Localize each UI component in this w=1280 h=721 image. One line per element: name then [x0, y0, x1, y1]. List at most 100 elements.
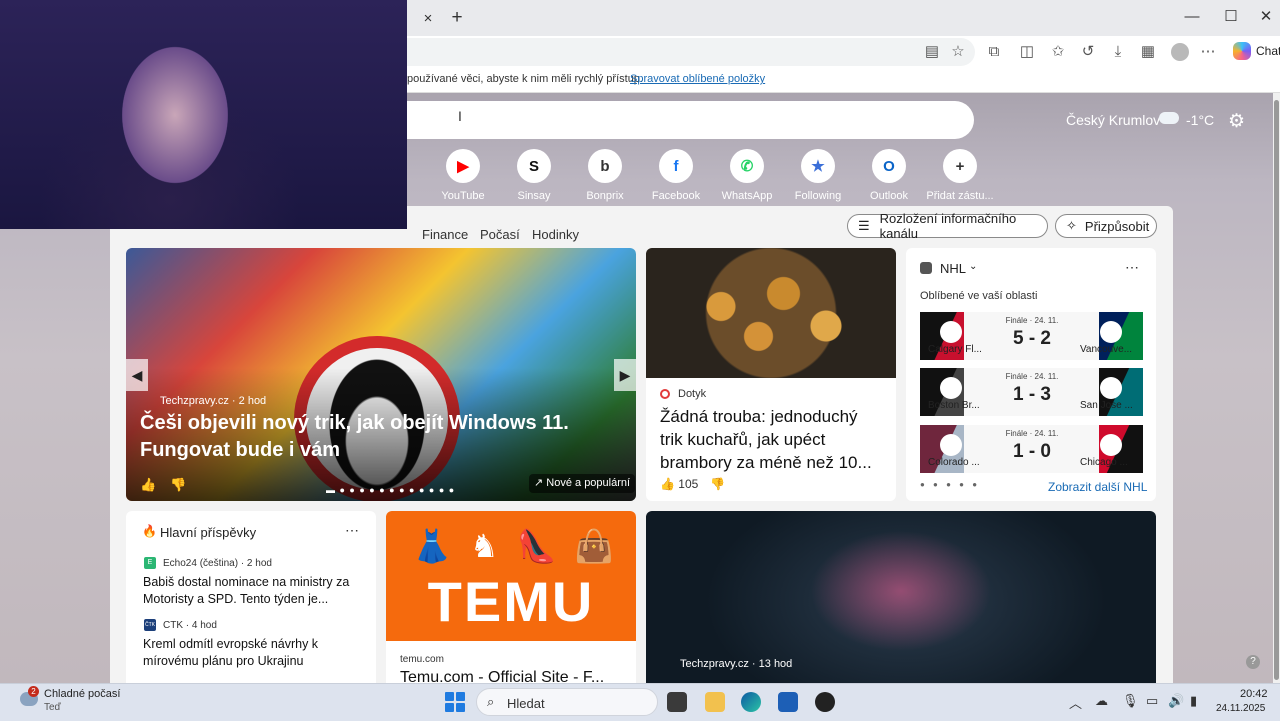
search-input[interactable]	[400, 101, 974, 139]
downloads-icon[interactable]: ⤓	[1108, 42, 1128, 62]
weather-widget-label[interactable]: Chladné počasí	[44, 688, 120, 700]
help-icon[interactable]: ?	[1246, 655, 1260, 669]
game-row[interactable]: Calgary Fl... Vancouve... Finále · 24. 11.…	[920, 312, 1143, 360]
article-title[interactable]: Žádná trouba: jednoduchý trik kuchařů, j…	[660, 405, 882, 474]
quick-link-p-idat-z-stu[interactable]: + Přidat zástu...	[918, 149, 1002, 202]
customize-button[interactable]: ✧ Přizpůsobit	[1055, 214, 1157, 238]
game-score: 1 - 3	[1012, 384, 1052, 405]
cloud-tray-icon[interactable]: ☁	[1095, 693, 1108, 709]
ad-title[interactable]: Temu.com - Official Site - F...	[400, 669, 604, 683]
article-source: Dotyk	[678, 388, 707, 400]
game-score: 1 - 0	[1012, 441, 1052, 462]
steam-icon[interactable]	[815, 692, 835, 712]
copilot-icon[interactable]	[1233, 42, 1251, 60]
profile-avatar[interactable]	[1171, 43, 1189, 61]
nhl-subtitle: Oblíbené ve vaší oblasti	[920, 290, 1038, 302]
clock-time[interactable]: 20:42	[1240, 688, 1268, 700]
edge-icon[interactable]	[741, 692, 761, 712]
search-icon: ⌕	[487, 694, 495, 709]
ad-card[interactable]: 👗♞👠👜 TEMU temu.com Temu.com - Official S…	[386, 511, 636, 683]
home-team-name: Boston Br...	[928, 400, 980, 411]
maximize-button[interactable]: ☐	[1219, 6, 1243, 28]
favorite-star-icon[interactable]: ☆	[948, 42, 968, 62]
volume-icon[interactable]: 🔊	[1168, 693, 1184, 709]
split-screen-icon[interactable]: ◫	[1017, 42, 1037, 62]
nhl-logo-icon	[920, 262, 932, 274]
microphone-icon[interactable]: 🎙	[1122, 693, 1139, 709]
article-source: Techzpravy.cz · 2 hod	[160, 395, 267, 407]
article-card[interactable]: Techzpravy.cz · 13 hod	[646, 511, 1156, 683]
favorites-icon[interactable]: ✩	[1048, 42, 1068, 62]
carousel-prev-button[interactable]: ◀	[126, 359, 148, 391]
file-explorer-icon[interactable]	[705, 692, 725, 712]
more-options-icon[interactable]: ⋯	[1125, 259, 1139, 276]
task-view-icon[interactable]	[667, 692, 687, 712]
feed-tab-watches[interactable]: Hodinky	[532, 227, 579, 242]
thumbs-up-icon: 👍	[660, 477, 679, 491]
add-shortcut-icon: +	[943, 149, 977, 183]
youtube-icon: ▶	[446, 149, 480, 183]
game-row[interactable]: Boston Br... San Jose ... Finále · 24. 11.…	[920, 368, 1143, 416]
more-options-icon[interactable]: ⋯	[345, 522, 359, 539]
collections-icon[interactable]: ▦	[1138, 42, 1158, 62]
feed-tab-weather[interactable]: Počasí	[480, 227, 520, 242]
carousel-dots[interactable]: ▬ ● ● ● ● ● ● ● ● ● ● ● ●	[326, 485, 455, 495]
chevron-up-icon[interactable]: ︿	[1069, 693, 1082, 712]
game-status: Finále · 24. 11.	[1005, 372, 1059, 381]
extensions-icon[interactable]: ⧉	[984, 42, 1004, 62]
minimize-button[interactable]: —	[1180, 6, 1204, 28]
hero-article-card[interactable]: ◀ ▶ Techzpravy.cz · 2 hod Češi objevili …	[126, 248, 636, 501]
thumbs-up-icon[interactable]: 👍	[140, 477, 156, 493]
game-row[interactable]: Colorado ... Chicago ... Finále · 24. 11. 1…	[920, 425, 1143, 473]
weather-temperature[interactable]: -1°C	[1186, 112, 1214, 128]
history-icon[interactable]: ↺	[1078, 42, 1098, 62]
network-icon[interactable]: ▭	[1146, 693, 1158, 709]
manage-favorites-link[interactable]: Spravovat oblíbené položky	[630, 73, 765, 85]
text-cursor-icon: I	[458, 108, 462, 124]
favorites-bar-text: používané věci, abyste k nim měli rychlý…	[407, 73, 643, 85]
clock-date[interactable]: 24.11.2025	[1216, 703, 1265, 714]
team-logo-icon	[940, 377, 962, 399]
ad-source: temu.com	[400, 654, 444, 665]
feed-layout-button[interactable]: ☰ Rozložení informačního kanálu	[847, 211, 1048, 241]
taskbar: 2 Chladné počasí Teď ⌕ Hledat ︿ ☁ 🎙 ▭ 🔊 …	[0, 683, 1280, 721]
store-icon[interactable]	[778, 692, 798, 712]
scrollbar-thumb[interactable]	[1274, 100, 1279, 680]
taskbar-search[interactable]: ⌕ Hledat	[476, 688, 658, 716]
carousel-next-button[interactable]: ▶	[614, 359, 636, 391]
away-team-name: San Jose ...	[1080, 400, 1133, 411]
article-card[interactable]: Dotyk Žádná trouba: jednoduchý trik kuch…	[646, 248, 896, 501]
weather-city[interactable]: Český Krumlov	[1066, 112, 1160, 128]
thumbs-down-icon[interactable]: 👎	[170, 477, 186, 493]
post-source: CTK · 4 hod	[163, 620, 217, 631]
ad-image: 👗♞👠👜 TEMU	[386, 511, 636, 641]
customize-label: Přizpůsobit	[1084, 218, 1150, 234]
pagination-dots[interactable]: ● ● ● ● ●	[920, 480, 980, 489]
taskbar-search-label: Hledat	[507, 696, 545, 711]
more-nhl-link[interactable]: Zobrazit další NHL	[1048, 480, 1147, 494]
nhl-scores-card: NHL ⌄ ⋯ Oblíbené ve vaší oblasti ● ● ● ●…	[906, 248, 1156, 501]
nhl-title[interactable]: NHL	[940, 261, 966, 276]
chevron-down-icon[interactable]: ⌄	[969, 261, 977, 272]
team-logo-icon	[1100, 434, 1122, 456]
feed-tab-finance[interactable]: Finance	[422, 227, 468, 242]
post-headline[interactable]: Kreml odmítl evropské návrhy k mírovému …	[143, 636, 358, 670]
notification-badge: 2	[28, 686, 39, 697]
chat-label[interactable]: Chat	[1256, 44, 1280, 58]
close-window-button[interactable]: ✕	[1254, 6, 1278, 28]
more-menu-icon[interactable]: ⋯	[1198, 42, 1218, 62]
away-team-name: Chicago ...	[1080, 457, 1128, 468]
new-tab-button[interactable]: +	[447, 8, 467, 28]
gear-icon[interactable]: ⚙	[1228, 110, 1245, 133]
article-title[interactable]: Češi objevili nový trik, jak obejít Wind…	[140, 410, 610, 464]
thumbs-down-icon[interactable]: 👎	[710, 477, 725, 491]
like-button[interactable]: 👍 105	[660, 477, 698, 491]
post-headline[interactable]: Babiš dostal nominace na ministry za Mot…	[143, 574, 358, 608]
top-posts-card: 🔥 Hlavní příspěvky ⋯ E Echo24 (čeština) …	[126, 511, 376, 683]
reader-view-icon[interactable]: ▤	[922, 42, 942, 62]
battery-icon[interactable]: ▮	[1190, 693, 1197, 709]
trending-badge-label: Nové a populární	[546, 477, 631, 489]
tab-close-button[interactable]: ×	[418, 9, 438, 29]
windows-start-icon[interactable]	[445, 692, 465, 712]
trending-badge: ↗ Nové a populární	[529, 474, 636, 493]
